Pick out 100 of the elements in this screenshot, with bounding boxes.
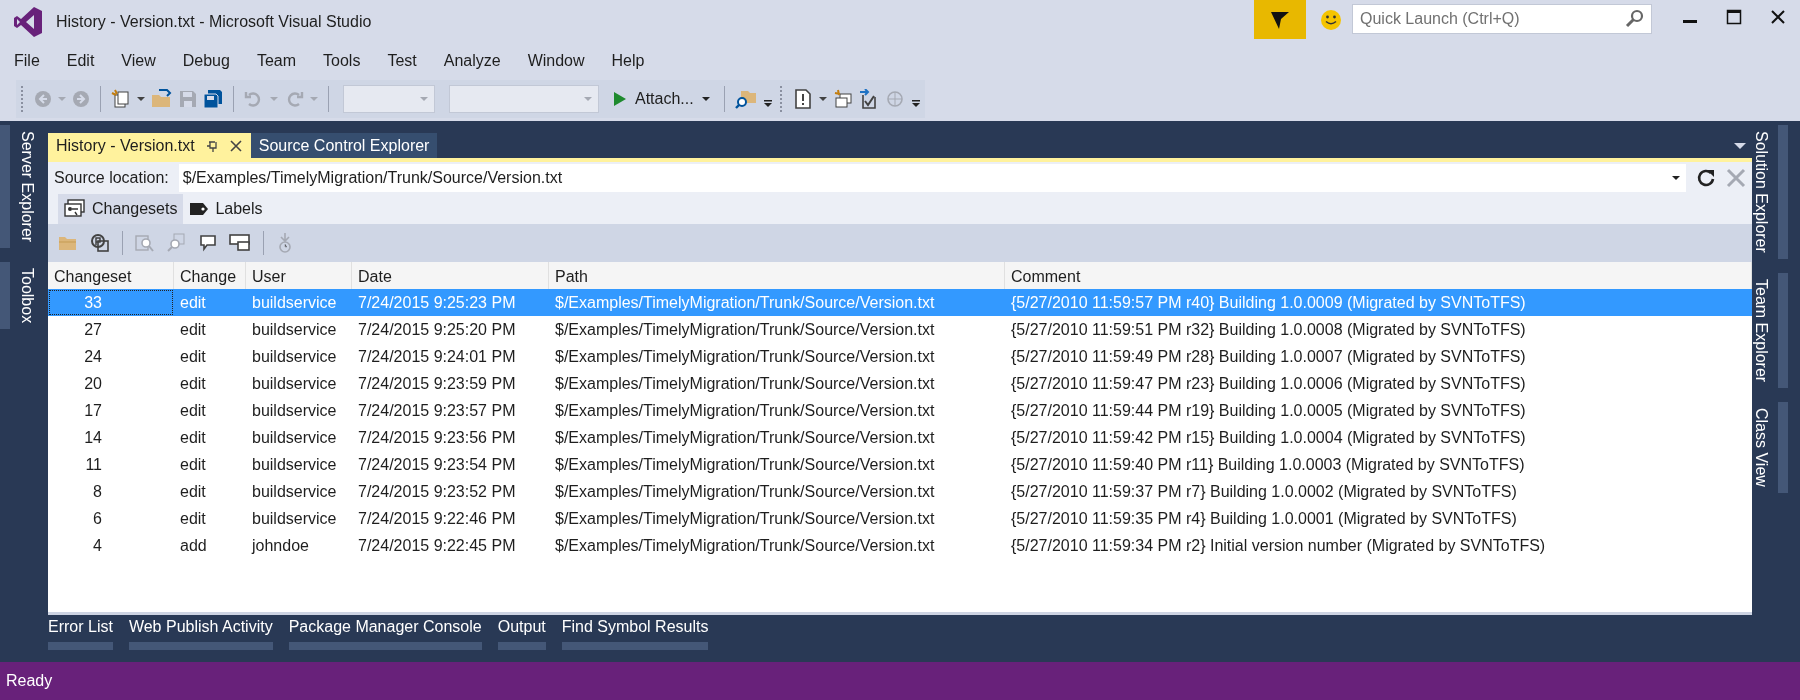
smiley-icon[interactable] [1320, 9, 1342, 31]
table-cell-text: johndoe [250, 535, 310, 556]
menu-item[interactable]: Analyze [433, 52, 511, 70]
menu-item[interactable]: Test [377, 52, 427, 70]
menu-item[interactable]: Window [517, 52, 595, 70]
table-cell-text: buildservice [251, 373, 338, 394]
table-cell-text: {5/27/2010 11:59:49 PM r28} Building 1.0.0007 (Migrated by SVNToTFS) [1010, 346, 1527, 367]
source-location-label: Source location: [54, 169, 169, 187]
table-cell-text: $/Examples/TimelyMigration/Trunk/Source/Version.txt [554, 427, 936, 448]
refresh-icon[interactable] [1696, 168, 1716, 188]
side-panel-tab[interactable]: Server Explorer [0, 125, 48, 249]
check-in-icon[interactable] [858, 89, 879, 109]
table-cell-text: buildservice [251, 400, 338, 421]
tag-icon [189, 201, 210, 217]
side-panel-tab[interactable]: Class View [1752, 402, 1800, 493]
window-title: History - Version.txt - Microsoft Visual Studio [56, 13, 372, 31]
table-cell-text: edit [179, 319, 207, 340]
table-cell-text: 17 [83, 400, 103, 421]
table-cell-text: {5/27/2010 11:59:34 PM r2} Initial version number (Migrated by SVNToTFS) [1010, 535, 1547, 556]
table-cell-text: buildservice [251, 346, 338, 367]
menu-item[interactable]: Debug [172, 52, 240, 70]
tool-window-tab[interactable]: Output [497, 618, 546, 650]
table-cell-text: buildservice [251, 319, 338, 340]
table-cell: edit [174, 289, 246, 316]
caret-icon[interactable] [1672, 175, 1680, 181]
history-view-tab[interactable]: Labels [183, 194, 269, 224]
play-icon [613, 91, 627, 107]
table-cell-text: $/Examples/TimelyMigration/Trunk/Source/Version.txt [554, 319, 936, 340]
tool-window-tab[interactable]: Find Symbol Results [561, 618, 709, 650]
table-cell-text: 7/24/2015 9:23:52 PM [357, 481, 517, 502]
table-cell-text: $/Examples/TimelyMigration/Trunk/Source/Version.txt [554, 535, 936, 556]
table-cell-text: buildservice [251, 454, 338, 475]
table-cell-text: 27 [83, 319, 103, 340]
open-folder-icon[interactable] [151, 89, 173, 109]
search-icon[interactable] [1624, 9, 1644, 29]
quick-launch-field[interactable]: Quick Launch (Ctrl+Q) [1352, 4, 1652, 34]
side-panel-tab[interactable]: Solution Explorer [1752, 125, 1800, 259]
table-cell-text: 20 [83, 373, 103, 394]
table-cell-text: {5/27/2010 11:59:37 PM r7} Building 1.0.0002 (Migrated by SVNToTFS) [1010, 481, 1518, 502]
source-location-field[interactable]: $/Examples/TimelyMigration/Trunk/Source/Version.txt [178, 164, 1686, 192]
caret-icon [701, 96, 710, 102]
table-cell-text: add [179, 535, 208, 556]
task-list-icon[interactable] [792, 89, 813, 109]
menu-item[interactable]: Edit [56, 52, 105, 70]
flag-icon [1270, 9, 1290, 30]
table-cell-text: edit [179, 346, 207, 367]
table-cell-text: buildservice [251, 508, 338, 529]
table-cell-text: edit [179, 427, 207, 448]
find-in-files-icon[interactable] [734, 88, 757, 110]
menu-item[interactable]: Help [601, 52, 655, 70]
side-panel-tab[interactable]: Team Explorer [1752, 272, 1800, 388]
table-cell: {5/27/2010 11:59:57 PM r40} Building 1.0.0009 (Migrated by SVNToTFS) [1005, 289, 1752, 316]
maximize-icon[interactable] [1726, 9, 1742, 25]
pin-icon[interactable] [204, 138, 219, 153]
close-icon[interactable] [1770, 9, 1786, 25]
history-view-tab[interactable]: Changesets [58, 194, 184, 224]
table-cell-text: edit [179, 508, 207, 529]
tool-window-tab[interactable]: Web Publish Activity [128, 618, 273, 650]
compare-icon[interactable] [90, 233, 110, 253]
table-cell-text: $/Examples/TimelyMigration/Trunk/Source/Version.txt [554, 346, 936, 367]
dropdown-arrow-icon[interactable] [1734, 141, 1746, 150]
table-cell-text: {5/27/2010 11:59:47 PM r23} Building 1.0.0006 (Migrated by SVNToTFS) [1010, 373, 1527, 394]
start-button[interactable]: Attach... [609, 90, 714, 108]
table-cell-text: {5/27/2010 11:59:51 PM r32} Building 1.0.0008 (Migrated by SVNToTFS) [1010, 319, 1527, 340]
notification-button[interactable] [1254, 0, 1306, 39]
table-cell: 33 [48, 289, 174, 316]
menu-item[interactable]: View [111, 52, 166, 70]
status-text: Ready [6, 672, 53, 690]
table-cell-text: $/Examples/TimelyMigration/Trunk/Source/Version.txt [554, 481, 936, 502]
table-cell-text: $/Examples/TimelyMigration/Trunk/Source/Version.txt [554, 373, 936, 394]
table-cell-text: {5/27/2010 11:59:35 PM r4} Building 1.0.0001 (Migrated by SVNToTFS) [1010, 508, 1518, 529]
table-cell-text: 11 [84, 454, 103, 475]
table-cell-text: edit [179, 373, 207, 394]
table-cell-text: 4 [92, 535, 103, 556]
document-tab[interactable]: History - Version.txt [48, 133, 251, 158]
new-item-icon[interactable] [832, 89, 853, 109]
tool-window-tab[interactable]: Error List [48, 618, 113, 650]
speech-bubble-icon[interactable] [199, 234, 217, 252]
close-icon[interactable] [228, 138, 243, 153]
new-project-icon[interactable] [111, 89, 131, 109]
table-cell-text: edit [179, 400, 207, 421]
table-cell-text: {5/27/2010 11:59:42 PM r15} Building 1.0.0004 (Migrated by SVNToTFS) [1010, 427, 1527, 448]
save-all-icon[interactable] [203, 89, 223, 109]
document-tab[interactable]: Source Control Explorer [250, 133, 438, 158]
visual-studio-logo-icon [14, 6, 42, 38]
table-cell-text: $/Examples/TimelyMigration/Trunk/Source/Version.txt [554, 508, 936, 529]
side-panel-tab[interactable]: Toolbox [0, 262, 48, 330]
table-cell: $/Examples/TimelyMigration/Trunk/Source/Version.txt [549, 289, 1005, 316]
menu-item[interactable]: Tools [313, 52, 371, 70]
table-cell-text: {5/27/2010 11:59:44 PM r19} Building 1.0.0005 (Migrated by SVNToTFS) [1010, 400, 1527, 421]
menu-item[interactable]: File [4, 52, 50, 70]
window-layout-icon[interactable] [229, 233, 251, 253]
table-cell-text: 7/24/2015 9:23:56 PM [357, 427, 517, 448]
tool-window-tab[interactable]: Package Manager Console [288, 618, 482, 650]
table-cell-text: {5/27/2010 11:59:40 PM r11} Building 1.0.0003 (Migrated by SVNToTFS) [1010, 454, 1526, 475]
table-cell: 7/24/2015 9:25:23 PM [352, 289, 549, 316]
table-cell-text: edit [179, 454, 207, 475]
table-cell-text: buildservice [251, 427, 338, 448]
menu-item[interactable]: Team [246, 52, 307, 70]
table-cell-text: 7/24/2015 9:23:54 PM [357, 454, 517, 475]
